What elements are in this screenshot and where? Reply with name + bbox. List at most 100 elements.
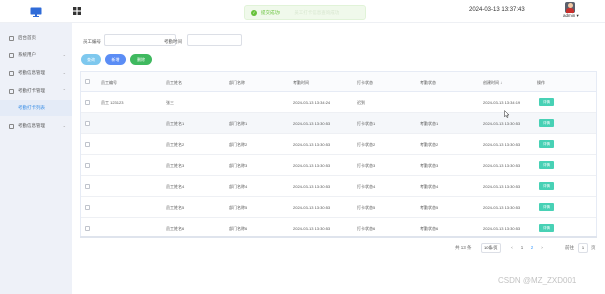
chevron-down-icon: ⌄	[62, 70, 66, 75]
cell-attendance-time: 2024-03-13 13:30:53	[293, 121, 331, 126]
cell-clock-status: 打卡状态5	[357, 205, 376, 210]
next-page-button[interactable]: ›	[538, 243, 546, 253]
cell-attendance-status: 考勤状态6	[420, 226, 439, 231]
row-checkbox[interactable]	[85, 205, 90, 210]
cell-attendance-status: 考勤状态5	[420, 205, 439, 210]
detail-button[interactable]: 详情	[539, 98, 554, 106]
cell-employee-name: 员工姓名4	[166, 184, 185, 189]
chevron-down-icon: ⌄	[62, 123, 66, 128]
prev-page-button[interactable]: ‹	[508, 243, 516, 253]
cell-employee-name: 员工姓名3	[166, 163, 185, 168]
cell-attendance-status: 考勤状态3	[420, 163, 439, 168]
grid-menu-icon[interactable]	[72, 6, 82, 16]
cell-employee-id: 员工 123123	[101, 100, 124, 105]
user-menu[interactable]: admin ▾	[563, 13, 579, 19]
cell-employee-name: 员工姓名2	[166, 142, 185, 147]
row-checkbox[interactable]	[85, 142, 90, 147]
cell-attendance-status: 考勤状态4	[420, 184, 439, 189]
cell-attendance-status: 考勤状态2	[420, 142, 439, 147]
horizontal-scrollbar[interactable]	[80, 236, 597, 238]
cell-created-time: 2024-03-13 13:30:53	[483, 142, 521, 147]
sidebar-item-label: 考勤信息管理	[18, 123, 45, 128]
query-button[interactable]: 查询	[81, 54, 101, 65]
column-header[interactable]: 考勤时间	[293, 80, 309, 86]
attendance-time-label: 考勤时间	[164, 39, 182, 44]
sidebar-item-attendance-info[interactable]: 考勤信息管理 ⌄	[0, 65, 72, 81]
table-row[interactable]: 员工姓名2 部门名称2 2024-03-13 13:30:53 打卡状态2 考勤…	[81, 134, 596, 155]
page-size-select[interactable]: 10条/页	[481, 243, 501, 253]
cell-created-time: 2024-03-13 13:30:53	[483, 205, 521, 210]
sidebar: 后台首页 系统用户 ⌄ 考勤信息管理 ⌄ 考勤打卡管理 ⌃ 考勤打卡列表 考勤信…	[0, 23, 72, 294]
goto-page-input[interactable]: 1	[578, 243, 588, 253]
page-button[interactable]: 1	[518, 243, 526, 253]
top-bar: ✓ 提交成功! 员工打卡信息查询成功 2024-03-13 13:37:43 a…	[0, 0, 605, 23]
cell-clock-status: 打卡状态6	[357, 226, 376, 231]
cell-created-time: 2024-03-13 13:30:53	[483, 226, 521, 231]
cell-employee-name: 张三	[166, 100, 174, 105]
sidebar-item-label: 系统用户	[18, 52, 36, 57]
employee-id-label: 员工编号	[83, 39, 101, 44]
column-header[interactable]: 打卡状态	[357, 80, 373, 86]
attendance-table: 员工编号 员工姓名 部门名称 考勤时间 打卡状态 考勤状态 创建时间 ↓ 操作 …	[80, 71, 597, 237]
detail-button[interactable]: 详情	[539, 224, 554, 232]
detail-button[interactable]: 详情	[539, 140, 554, 148]
cell-attendance-time: 2024-03-13 13:30:53	[293, 205, 331, 210]
column-header[interactable]: 部门名称	[229, 80, 245, 86]
delete-button[interactable]: 删除	[130, 54, 152, 65]
sidebar-item-clock-in[interactable]: 考勤打卡管理 ⌃	[0, 83, 72, 99]
cell-clock-status: 打卡状态2	[357, 142, 376, 147]
cell-created-time: 2024-03-13 13:30:53	[483, 184, 521, 189]
table-row[interactable]: 员工姓名1 部门名称1 2024-03-13 13:30:53 打卡状态1 考勤…	[81, 113, 596, 134]
table-row[interactable]: 员工 123123 张三 2024-03-13 13:34:24 迟到 2024…	[81, 92, 596, 113]
detail-button[interactable]: 详情	[539, 119, 554, 127]
cell-department: 部门名称5	[229, 205, 248, 210]
attendance-time-input[interactable]	[187, 34, 242, 46]
cell-department: 部门名称1	[229, 121, 248, 126]
datetime: 2024-03-13 13:37:43	[469, 7, 525, 13]
table-row[interactable]: 员工姓名5 部门名称5 2024-03-13 13:30:53 打卡状态5 考勤…	[81, 197, 596, 218]
toast-ghost-text: 员工打卡信息查询成功	[294, 9, 340, 15]
sidebar-item-attendance-manage[interactable]: 考勤信息管理 ⌄	[0, 118, 72, 134]
cell-created-time: 2024-03-13 13:34:19	[483, 100, 521, 105]
home-icon	[9, 35, 14, 41]
toast-message: 提交成功!	[261, 9, 281, 15]
table-row[interactable]: 员工姓名4 部门名称4 2024-03-13 13:30:53 打卡状态4 考勤…	[81, 176, 596, 197]
document-icon	[9, 123, 14, 129]
row-checkbox[interactable]	[85, 184, 90, 189]
success-toast: ✓ 提交成功! 员工打卡信息查询成功	[244, 5, 366, 20]
column-header[interactable]: 员工编号	[101, 80, 117, 86]
cell-clock-status: 打卡状态3	[357, 163, 376, 168]
cell-attendance-time: 2024-03-13 13:30:53	[293, 184, 331, 189]
select-all-checkbox[interactable]	[85, 79, 90, 84]
row-checkbox[interactable]	[85, 163, 90, 168]
row-checkbox[interactable]	[85, 121, 90, 126]
sidebar-item-label: 考勤打卡列表	[18, 105, 45, 110]
detail-button[interactable]: 详情	[539, 161, 554, 169]
row-checkbox[interactable]	[85, 226, 90, 231]
detail-button[interactable]: 详情	[539, 203, 554, 211]
detail-button[interactable]: 详情	[539, 182, 554, 190]
table-row[interactable]: 员工姓名3 部门名称3 2024-03-13 13:30:53 打卡状态3 考勤…	[81, 155, 596, 176]
cell-created-time: 2024-03-13 13:30:53	[483, 163, 521, 168]
sidebar-item-users[interactable]: 系统用户 ⌄	[0, 47, 72, 63]
cell-employee-name: 员工姓名1	[166, 121, 185, 126]
pagination-total: 共 13 条	[455, 245, 472, 250]
sidebar-item-home[interactable]: 后台首页	[0, 30, 72, 46]
column-header[interactable]: 创建时间 ↓	[483, 80, 502, 86]
goto-suffix: 页	[591, 245, 596, 250]
chevron-up-icon: ⌃	[62, 88, 66, 93]
cell-department: 部门名称2	[229, 142, 248, 147]
sidebar-item-label: 考勤打卡管理	[18, 88, 45, 93]
column-header[interactable]: 考勤状态	[420, 80, 436, 86]
cell-attendance-time: 2024-03-13 13:30:53	[293, 226, 331, 231]
check-icon: ✓	[251, 9, 257, 16]
page-button-active[interactable]: 2	[528, 243, 536, 253]
avatar[interactable]	[565, 2, 575, 13]
sidebar-item-clock-in-list[interactable]: 考勤打卡列表	[0, 100, 72, 116]
cell-created-time: 2024-03-13 13:30:53	[483, 121, 521, 126]
row-checkbox[interactable]	[85, 100, 90, 105]
column-header[interactable]: 员工姓名	[166, 80, 182, 86]
add-button[interactable]: 新增	[105, 54, 126, 65]
cell-department: 部门名称3	[229, 163, 248, 168]
sidebar-item-label: 考勤信息管理	[18, 70, 45, 75]
